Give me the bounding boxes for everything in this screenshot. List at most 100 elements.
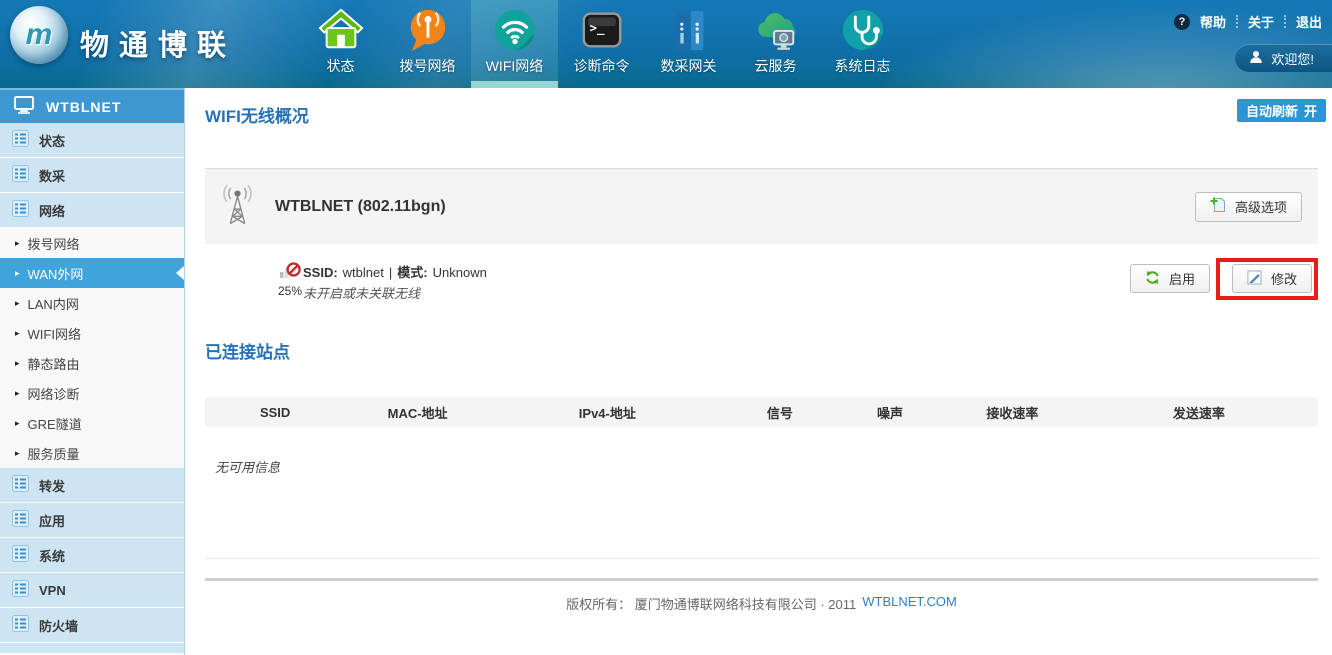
nav-item-wifi-network[interactable]: WIFI网络	[471, 0, 558, 88]
sidebar-item-status[interactable]: 状态	[0, 123, 184, 158]
enable-button[interactable]: 启用	[1130, 264, 1210, 293]
nav-item-diagnostics[interactable]: >_ 诊断命令	[558, 0, 645, 88]
wifi-device-panel: WTBLNET (802.11bgn) 高级选项	[205, 168, 1318, 244]
terminal-icon: >_	[578, 6, 626, 54]
chevron-right-icon: ▸	[15, 448, 20, 459]
list-icon	[12, 545, 29, 565]
sidebar-item-network[interactable]: 网络	[0, 193, 184, 228]
sidebar-item-wifi[interactable]: ▸ WIFI网络	[0, 318, 184, 348]
sidebar-item-label: WIFI网络	[28, 324, 81, 343]
sidebar-item-dialup-network[interactable]: ▸ 拨号网络	[0, 228, 184, 258]
auto-refresh-toggle[interactable]: 自动刷新 开	[1237, 99, 1326, 122]
advanced-options-label: 高级选项	[1235, 197, 1287, 216]
column-mac: MAC-地址	[345, 403, 490, 422]
ssid-line: SSID: wtblnet | 模式: Unknown	[303, 262, 487, 283]
brand-name: 物通博联	[80, 22, 236, 64]
brand-logo: m	[10, 6, 68, 64]
header-links: ? 帮助 关于 退出	[1174, 12, 1322, 31]
wifi-device-title: WTBLNET (802.11bgn)	[275, 198, 446, 216]
help-icon: ?	[1174, 14, 1190, 30]
nav-label: WIFI网络	[486, 56, 544, 76]
chevron-right-icon: ▸	[15, 418, 20, 429]
footer-link[interactable]: WTBLNET.COM	[862, 594, 957, 613]
sidebar-item-label: VPN	[39, 583, 66, 598]
main-content: 自动刷新 开 WIFI无线概况 WTBLNET (802.11bgn)	[186, 88, 1332, 655]
sidebar-item-firewall[interactable]: 防火墙	[0, 608, 184, 643]
sidebar-item-label: LAN内网	[28, 294, 79, 313]
nav-item-status[interactable]: 状态	[297, 0, 384, 88]
sidebar-item-label: 网络诊断	[28, 384, 80, 403]
copyright-text: 版权所有： 厦门物通博联网络科技有限公司 · 2011	[566, 594, 856, 613]
sidebar-item-label: 应用	[39, 511, 65, 530]
empty-table-message: 无可用信息	[215, 457, 1318, 476]
nav-label: 拨号网络	[400, 56, 456, 76]
connected-stations-heading: 已连接站点	[205, 338, 1318, 363]
about-link[interactable]: 关于	[1248, 12, 1274, 31]
sidebar-item-gre-tunnel[interactable]: ▸ GRE隧道	[0, 408, 184, 438]
sidebar-item-static-route[interactable]: ▸ 静态路由	[0, 348, 184, 378]
sidebar-item-label: GRE隧道	[28, 414, 82, 433]
sidebar-item-label: 拨号网络	[28, 234, 80, 253]
sidebar-item-vpn[interactable]: VPN	[0, 573, 184, 608]
header: m 物通博联 状态	[0, 0, 1332, 88]
help-link[interactable]: 帮助	[1200, 12, 1226, 31]
modify-label: 修改	[1271, 269, 1297, 288]
nav-label: 云服务	[755, 56, 797, 76]
nav-item-system-log[interactable]: 系统日志	[819, 0, 906, 88]
logout-link[interactable]: 退出	[1296, 12, 1322, 31]
sidebar-item-label: 网络	[39, 201, 65, 220]
wifi-status-text: 未开启或未关联无线	[303, 283, 487, 304]
chevron-right-icon: ▸	[15, 298, 20, 309]
svg-text:>_: >_	[589, 20, 604, 36]
chevron-right-icon: ▸	[15, 238, 20, 249]
sidebar: WTBLNET 状态 数采 网络 ▸ 拨号网络 ▸ WAN外网 ▸ LAN内网 …	[0, 88, 185, 655]
home-icon	[317, 6, 365, 54]
sidebar-item-label: WAN外网	[28, 264, 84, 283]
sidebar-item-label: 转发	[39, 476, 65, 495]
nav-label: 数采网关	[661, 56, 717, 76]
column-rx-rate: 接收速率	[945, 403, 1080, 422]
sidebar-item-wan[interactable]: ▸ WAN外网	[0, 258, 184, 288]
mode-value: Unknown	[433, 262, 487, 283]
divider	[1236, 15, 1238, 28]
list-icon	[12, 510, 29, 530]
sidebar-item-system[interactable]: 系统	[0, 538, 184, 573]
list-icon	[12, 200, 29, 220]
chevron-right-icon: ▸	[15, 358, 20, 369]
list-icon	[12, 580, 29, 600]
sidebar-item-qos[interactable]: ▸ 服务质量	[0, 438, 184, 468]
sidebar-hostname-label: WTBLNET	[46, 99, 121, 115]
advanced-options-button[interactable]: 高级选项	[1195, 192, 1302, 222]
list-icon	[12, 130, 29, 150]
mode-label: 模式:	[397, 262, 427, 283]
sidebar-item-diagnostics[interactable]: ▸ 网络诊断	[0, 378, 184, 408]
column-noise: 噪声	[835, 403, 945, 422]
sidebar-item-label: 服务质量	[28, 444, 80, 463]
list-icon	[12, 165, 29, 185]
sidebar-item-lan[interactable]: ▸ LAN内网	[0, 288, 184, 318]
sidebar-item-forwarding[interactable]: 转发	[0, 468, 184, 503]
stethoscope-icon	[839, 6, 887, 54]
column-signal: 信号	[725, 403, 835, 422]
page-title: WIFI无线概况	[205, 102, 1318, 127]
chevron-right-icon: ▸	[15, 268, 20, 279]
nav-label: 诊断命令	[574, 56, 630, 76]
nav-item-cloud-service[interactable]: 云服务	[732, 0, 819, 88]
page-plus-icon	[1210, 197, 1226, 216]
sidebar-hostname: WTBLNET	[0, 88, 184, 123]
modify-button[interactable]: 修改	[1232, 264, 1312, 293]
section-divider	[205, 558, 1318, 559]
welcome-badge: 欢迎您!	[1235, 44, 1332, 72]
column-ipv4: IPv4-地址	[490, 403, 725, 422]
nav-label: 状态	[327, 56, 355, 76]
chevron-right-icon: ▸	[15, 328, 20, 339]
sidebar-item-data-collect[interactable]: 数采	[0, 158, 184, 193]
nav-item-data-gateway[interactable]: 数采网关	[645, 0, 732, 88]
sidebar-item-label: 数采	[39, 166, 65, 185]
sidebar-item-applications[interactable]: 应用	[0, 503, 184, 538]
user-icon	[1249, 50, 1263, 67]
antenna-icon	[222, 183, 253, 231]
sidebar-item-clipped	[0, 643, 184, 653]
nav-item-dialup-network[interactable]: 拨号网络	[384, 0, 471, 88]
ssid-info: SSID: wtblnet | 模式: Unknown 未开启或未关联无线	[303, 262, 487, 304]
